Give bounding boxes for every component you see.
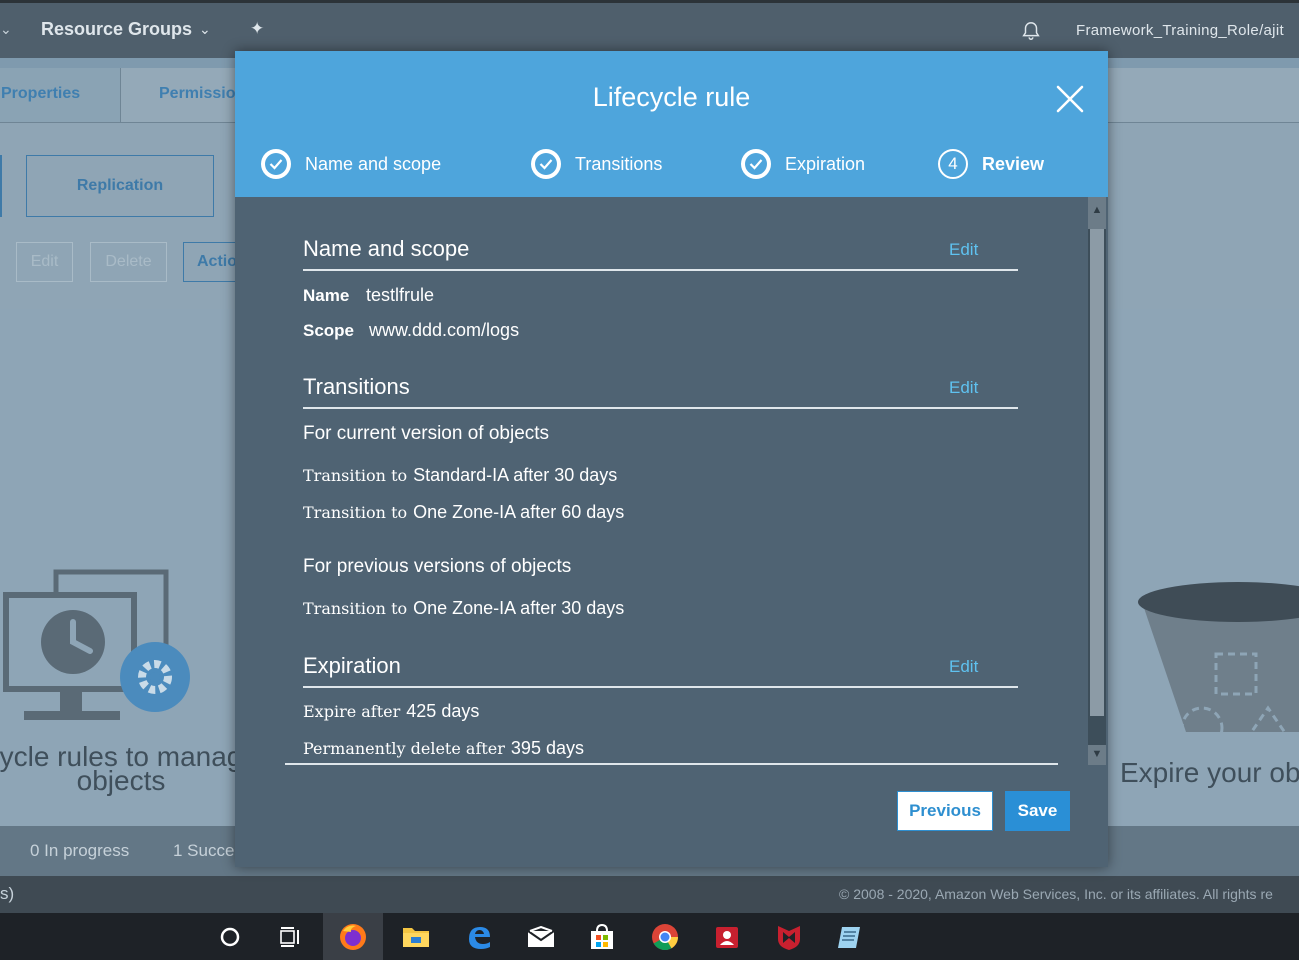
scope-label: Scope xyxy=(303,321,355,340)
copyright-text: © 2008 - 2020, Amazon Web Services, Inc.… xyxy=(839,886,1273,902)
resource-groups-menu[interactable]: Resource Groups xyxy=(41,19,192,40)
edge-icon[interactable] xyxy=(449,913,509,960)
scroll-up-arrow-icon[interactable]: ▲ xyxy=(1088,197,1106,229)
chevron-down-icon[interactable]: ⌄ xyxy=(199,21,211,38)
transition-row: Transition to Standard-IA after 30 days xyxy=(303,465,617,486)
section-title-transitions: Transitions xyxy=(303,374,410,399)
expiration-row: Expire after 425 days xyxy=(303,701,479,722)
section-divider xyxy=(303,269,1018,271)
step-expiration[interactable]: Expiration xyxy=(741,147,865,181)
check-circle-icon xyxy=(741,149,771,179)
transition-prefix: Transition to xyxy=(303,466,408,485)
step-label: Name and scope xyxy=(305,153,442,174)
contacts-app-icon[interactable] xyxy=(697,913,757,960)
mail-icon[interactable] xyxy=(511,913,571,960)
transition-value: One Zone-IA after 60 days xyxy=(413,502,625,522)
transition-value: Standard-IA after 30 days xyxy=(413,465,618,485)
edit-expiration-link[interactable]: Edit xyxy=(949,657,978,677)
check-circle-icon xyxy=(261,149,291,179)
scope-value: www.ddd.com/logs xyxy=(369,320,520,340)
expiration-value: 395 days xyxy=(510,738,584,758)
chevron-down-icon[interactable]: ⌄ xyxy=(0,21,12,38)
current-version-heading: For current version of objects xyxy=(303,423,550,444)
name-value: testlfrule xyxy=(366,285,435,305)
dialog-header: Lifecycle rule Name and scope Transition… xyxy=(235,51,1108,197)
transition-value: One Zone-IA after 30 days xyxy=(413,598,625,618)
transition-row: Transition to One Zone-IA after 60 days xyxy=(303,502,624,523)
step-number: 4 xyxy=(948,154,958,173)
bucket-icon xyxy=(1138,582,1299,740)
tab-properties[interactable]: Properties xyxy=(0,68,121,122)
monitor-clock-gear-icon xyxy=(3,569,190,720)
transition-prefix: Transition to xyxy=(303,503,408,522)
step-name-and-scope[interactable]: Name and scope xyxy=(261,147,441,181)
task-view-icon[interactable] xyxy=(261,913,321,960)
review-content: Name and scope Edit Name testlfrule Scop… xyxy=(235,197,1108,767)
replication-label: Replication xyxy=(76,177,164,194)
section-title-expiration: Expiration xyxy=(303,653,401,678)
windows-taskbar xyxy=(0,913,1299,960)
firefox-icon[interactable] xyxy=(323,913,383,960)
tab-label: Permissio xyxy=(159,85,236,102)
tab-permissions[interactable]: Permissio xyxy=(121,68,251,122)
previous-versions-heading: For previous versions of objects xyxy=(303,556,572,577)
expiration-row: Permanently delete after 395 days xyxy=(303,738,584,759)
chrome-icon[interactable] xyxy=(635,913,695,960)
edit-transitions-link[interactable]: Edit xyxy=(949,378,978,398)
name-label: Name xyxy=(303,286,350,305)
step-label: Transitions xyxy=(575,153,663,174)
file-explorer-icon[interactable] xyxy=(386,913,446,960)
dialog-title: Lifecycle rule xyxy=(592,82,751,112)
footer-left-text: s) xyxy=(0,884,15,903)
lifecycle-illustration-caption: ycle rules to manag objects xyxy=(0,743,246,796)
section-title-name-scope: Name and scope xyxy=(303,236,470,261)
account-menu[interactable]: Framework_Training_Role/ajit xyxy=(1076,22,1284,39)
mcafee-shield-icon[interactable] xyxy=(759,913,819,960)
step-number-badge: 4 xyxy=(938,149,968,179)
check-circle-icon xyxy=(531,149,561,179)
card-edge xyxy=(0,155,2,217)
previous-button[interactable]: Previous xyxy=(897,791,993,831)
step-review[interactable]: 4 Review xyxy=(938,147,1044,181)
bell-icon[interactable] xyxy=(1020,20,1042,42)
scroll-down-arrow-icon[interactable]: ▼ xyxy=(1088,745,1106,765)
transition-row: Transition to One Zone-IA after 30 days xyxy=(303,598,624,619)
pin-icon[interactable]: ✦ xyxy=(250,19,264,39)
store-icon[interactable] xyxy=(572,913,632,960)
expiration-prefix: Expire after xyxy=(303,702,401,721)
close-icon[interactable] xyxy=(1054,83,1086,115)
section-divider xyxy=(303,407,1018,409)
edit-name-scope-link[interactable]: Edit xyxy=(949,240,978,260)
step-transitions[interactable]: Transitions xyxy=(531,147,662,181)
scrollbar-thumb[interactable] xyxy=(1090,229,1104,716)
success-count[interactable]: 1 Succe xyxy=(173,841,234,861)
lifecycle-rule-dialog: Lifecycle rule Name and scope Transition… xyxy=(235,51,1108,867)
expiration-prefix: Permanently delete after xyxy=(303,739,505,758)
step-label: Expiration xyxy=(785,153,866,174)
save-button[interactable]: Save xyxy=(1005,791,1070,831)
notepad-icon[interactable] xyxy=(820,913,880,960)
page-footer: s) © 2008 - 2020, Amazon Web Services, I… xyxy=(0,876,1299,913)
expiration-illustration-caption: Expire your obj xyxy=(1120,757,1299,788)
tab-label: Properties xyxy=(1,85,81,102)
step-label: Review xyxy=(982,153,1045,174)
replication-button[interactable]: Replication xyxy=(26,155,214,217)
transition-prefix: Transition to xyxy=(303,599,408,618)
section-divider xyxy=(303,686,1018,688)
in-progress-count[interactable]: 0 In progress xyxy=(30,841,129,861)
content-bottom-divider xyxy=(285,763,1058,765)
delete-button[interactable]: Delete xyxy=(90,242,167,282)
edit-button[interactable]: Edit xyxy=(16,242,73,282)
top-navigation-bar: ⌄ Resource Groups ⌄ ✦ Framework_Training… xyxy=(0,0,1299,58)
caption-line: objects xyxy=(76,765,166,796)
expiration-value: 425 days xyxy=(406,701,480,721)
cortana-search-icon[interactable] xyxy=(200,913,260,960)
dialog-scrollbar[interactable]: ▲ ▼ xyxy=(1088,197,1106,765)
